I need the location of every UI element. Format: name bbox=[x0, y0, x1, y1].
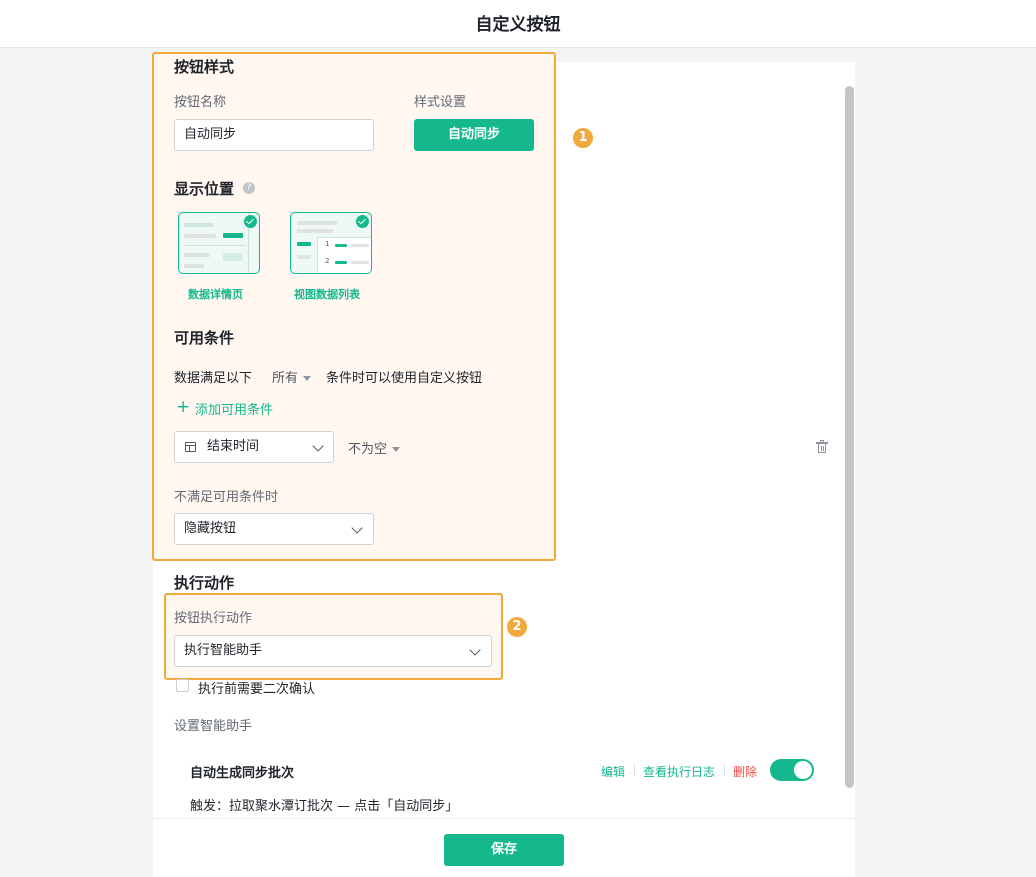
unmet-behavior-select[interactable]: 隐藏按钮 bbox=[174, 513, 374, 545]
rule-mode-select[interactable]: 所有 bbox=[272, 367, 312, 386]
assistant-trigger: 触发：拉取聚水潭订批次 — 点击「自动同步」 bbox=[190, 799, 459, 814]
scrollbar-thumb[interactable] bbox=[845, 86, 854, 788]
annotation-badge-2: 2 bbox=[507, 617, 527, 637]
link-divider bbox=[724, 763, 725, 776]
detail-check-icon bbox=[244, 215, 257, 228]
button-name-label: 按钮名称 bbox=[174, 95, 227, 110]
scrollbar[interactable] bbox=[845, 86, 854, 788]
rule-prefix: 数据满足以下 bbox=[174, 371, 253, 386]
condition-operator-value: 不为空 bbox=[348, 442, 388, 457]
caret-down-icon bbox=[303, 376, 312, 381]
button-style-title: 按钮样式 bbox=[174, 58, 235, 76]
toggle-knob bbox=[794, 761, 812, 779]
top-bar: 自定义按钮 bbox=[0, 0, 1036, 48]
page-title: 自定义按钮 bbox=[475, 15, 561, 35]
confirm-checkbox[interactable] bbox=[176, 679, 189, 692]
button-style-preview[interactable]: 自动同步 bbox=[414, 119, 534, 151]
help-icon[interactable]: ? bbox=[243, 182, 255, 194]
action-label: 按钮执行动作 bbox=[174, 611, 253, 626]
list-number-2: 2 bbox=[325, 257, 330, 265]
list-check-icon bbox=[356, 215, 369, 228]
action-title: 执行动作 bbox=[174, 574, 235, 592]
conditions-title: 可用条件 bbox=[174, 329, 235, 347]
annotation-badge-1: 1 bbox=[573, 128, 593, 148]
action-select-value: 执行智能助手 bbox=[184, 643, 263, 658]
assistant-name: 自动生成同步批次 bbox=[190, 766, 295, 781]
plus-icon[interactable]: + bbox=[176, 399, 190, 416]
confirm-label: 执行前需要二次确认 bbox=[198, 682, 316, 697]
condition-field-select[interactable]: 结束时间 bbox=[174, 431, 334, 463]
button-name-input[interactable]: 自动同步 bbox=[174, 119, 374, 151]
view-log-link[interactable]: 查看执行日志 bbox=[643, 763, 715, 780]
condition-field-value: 结束时间 bbox=[207, 439, 260, 454]
calendar-icon bbox=[185, 442, 196, 452]
save-button[interactable]: 保存 bbox=[444, 834, 564, 866]
display-position-title: 显示位置 bbox=[174, 180, 235, 198]
unmet-behavior-value: 隐藏按钮 bbox=[184, 521, 237, 536]
assistant-label: 设置智能助手 bbox=[174, 719, 253, 734]
condition-operator-select[interactable]: 不为空 bbox=[348, 438, 401, 457]
edit-link[interactable]: 编辑 bbox=[601, 763, 625, 780]
link-divider bbox=[634, 763, 635, 776]
action-select[interactable]: 执行智能助手 bbox=[174, 635, 492, 667]
delete-link[interactable]: 删除 bbox=[733, 763, 757, 780]
unmet-label: 不满足可用条件时 bbox=[174, 490, 279, 505]
assistant-enable-toggle[interactable] bbox=[770, 759, 814, 781]
style-settings-label: 样式设置 bbox=[414, 95, 467, 110]
display-option-list-label: 视图数据列表 bbox=[294, 288, 360, 301]
display-option-detail-label: 数据详情页 bbox=[188, 288, 243, 301]
trash-icon[interactable] bbox=[816, 440, 828, 453]
rule-mode-value: 所有 bbox=[272, 371, 299, 386]
rule-suffix: 条件时可以使用自定义按钮 bbox=[326, 371, 483, 386]
add-condition-button[interactable]: 添加可用条件 bbox=[195, 399, 273, 418]
list-number-1: 1 bbox=[325, 240, 330, 248]
caret-down-icon bbox=[392, 447, 401, 452]
